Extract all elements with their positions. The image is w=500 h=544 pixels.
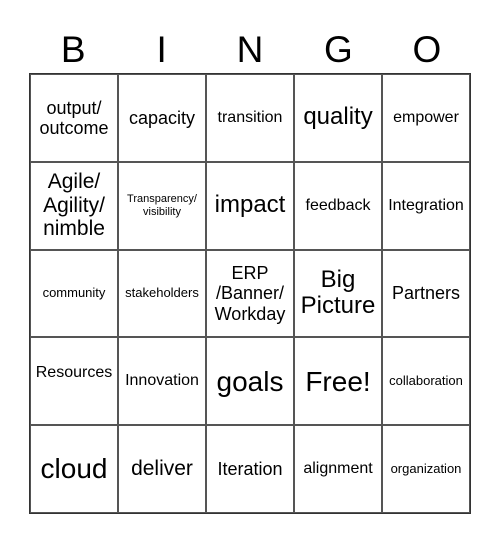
header-letter-n: N [236, 29, 264, 70]
bingo-cell-i3[interactable]: stakeholders [118, 249, 206, 338]
header-letter-b: B [60, 29, 86, 70]
bingo-cell-text: Partners [391, 283, 461, 304]
bingo-cell-i4[interactable]: Innovation [118, 337, 206, 426]
bingo-cell-b5[interactable]: cloud [30, 425, 118, 513]
bingo-cell-text: feedback [305, 196, 371, 214]
bingo-cell-g4[interactable]: Free! [294, 337, 382, 426]
bingo-cell-text: cloud [40, 453, 108, 485]
bingo-cell-text: Transparency/ visibility [127, 193, 197, 218]
bingo-cell-b1[interactable]: output/ outcome [30, 74, 118, 162]
bingo-cell-n4[interactable]: goals [206, 337, 294, 426]
bingo-cell-text: Integration [388, 196, 464, 214]
bingo-cell-n3[interactable]: ERP /Banner/ Workday [206, 249, 294, 338]
bingo-cell-n2[interactable]: impact [206, 161, 294, 250]
bingo-cell-i2[interactable]: Transparency/ visibility [118, 161, 206, 250]
bingo-cell-text: ERP /Banner/ Workday [214, 263, 286, 324]
bingo-cell-g2[interactable]: feedback [294, 161, 382, 250]
bingo-cell-text: Innovation [125, 372, 199, 390]
bingo-cell-text: Iteration [217, 459, 283, 480]
bingo-cell-text: transition [217, 108, 283, 126]
bingo-header: B I N G O [29, 28, 471, 72]
bingo-cell-b2[interactable]: Agile/ Agility/ nimble [30, 161, 118, 250]
bingo-cell-text: empower [393, 108, 459, 126]
bingo-cell-text: impact [214, 191, 286, 219]
bingo-cell-i1[interactable]: capacity [118, 74, 206, 162]
bingo-cell-text: capacity [128, 107, 196, 128]
bingo-cell-n5[interactable]: Iteration [206, 425, 294, 513]
bingo-cell-text: goals [216, 365, 284, 397]
bingo-cell-text: stakeholders [125, 285, 199, 301]
bingo-grid: output/ outcome capacity transition quality… [29, 73, 471, 514]
bingo-cell-text: Big Picture [300, 265, 376, 320]
bingo-cell-g3[interactable]: Big Picture [294, 249, 382, 338]
bingo-cell-text: organization [390, 460, 462, 476]
bingo-cell-o4[interactable]: collaboration [382, 337, 470, 426]
bingo-cell-text: collaboration [389, 373, 463, 389]
bingo-cell-o5[interactable]: organization [382, 425, 470, 513]
bingo-cell-text: output/ outcome [39, 97, 109, 138]
bingo-cell-text: alignment [303, 460, 373, 478]
bingo-cell-i5[interactable]: deliver [118, 425, 206, 513]
bingo-cell-text: Free! [305, 365, 371, 397]
bingo-cell-b4[interactable]: Resources [30, 337, 118, 426]
bingo-cell-text: community [42, 285, 106, 301]
bingo-cell-n1[interactable]: transition [206, 74, 294, 162]
bingo-cell-o1[interactable]: empower [382, 74, 470, 162]
bingo-cell-text: Agile/ Agility/ nimble [43, 170, 105, 241]
bingo-cell-text: deliver [131, 457, 193, 481]
bingo-cell-o3[interactable]: Partners [382, 249, 470, 338]
bingo-cell-text: Resources [35, 364, 113, 382]
bingo-cell-b3[interactable]: community [30, 249, 118, 338]
bingo-cell-o2[interactable]: Integration [382, 161, 470, 250]
bingo-cell-text: quality [303, 103, 373, 131]
header-letter-i: I [156, 29, 167, 70]
header-letter-o: O [412, 29, 442, 70]
bingo-cell-g5[interactable]: alignment [294, 425, 382, 513]
bingo-cell-g1[interactable]: quality [294, 74, 382, 162]
header-letter-g: G [324, 29, 353, 70]
